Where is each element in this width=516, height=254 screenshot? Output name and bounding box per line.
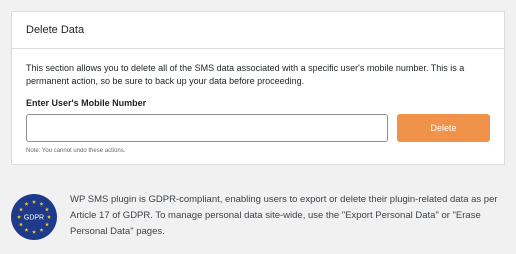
mobile-number-input[interactable] (26, 114, 388, 142)
delete-data-panel: Delete Data This section allows you to d… (11, 11, 505, 165)
input-row: Delete (26, 114, 490, 142)
gdpr-section: GDPR WP SMS plugin is GDPR-compliant, en… (11, 192, 505, 240)
gdpr-badge-text: GDPR (24, 215, 44, 222)
mobile-number-label: Enter User's Mobile Number (26, 98, 147, 108)
undo-note: Note: You cannot undo these actions. (26, 148, 126, 154)
panel-header: Delete Data (12, 12, 504, 49)
delete-button[interactable]: Delete (397, 114, 490, 142)
panel-description: This section allows you to delete all of… (26, 63, 465, 86)
gdpr-badge-icon: GDPR (11, 194, 57, 240)
panel-title: Delete Data (26, 24, 85, 36)
panel-body: This section allows you to delete all of… (12, 49, 504, 154)
gdpr-description: WP SMS plugin is GDPR-compliant, enablin… (70, 194, 498, 237)
